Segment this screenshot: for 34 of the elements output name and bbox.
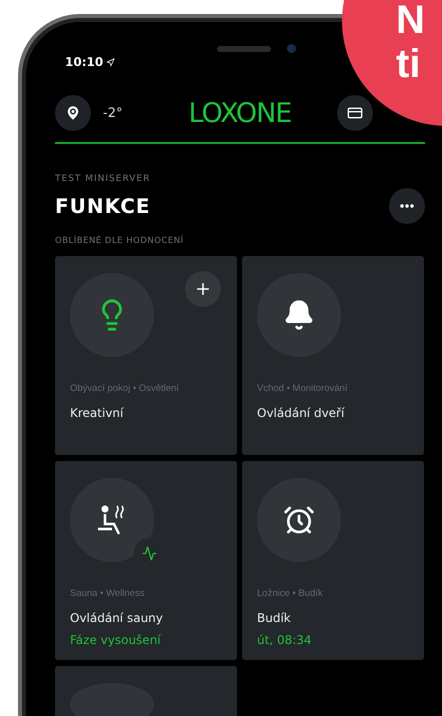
more-icon xyxy=(400,204,414,208)
tile-title: Ovládání dveří xyxy=(257,406,346,420)
tile-location: Ložnice • Budík xyxy=(257,588,324,599)
add-button[interactable] xyxy=(185,271,221,307)
tile-title: Ovládání sauny xyxy=(70,611,164,625)
tile-status: út, 08:34 xyxy=(257,633,313,647)
tile-location: Sauna • Wellness xyxy=(70,588,146,599)
function-tile[interactable]: Ložnice • Budík Budík út, 08:34 xyxy=(242,461,424,660)
tile-title: Budík xyxy=(257,611,292,625)
location-arrow-icon xyxy=(106,58,116,66)
location-button[interactable] xyxy=(55,95,91,131)
logo: LOXONE xyxy=(188,98,292,128)
more-button[interactable] xyxy=(389,188,425,224)
function-tile[interactable]: Vchod • Monitorování Ovládání dveří xyxy=(242,256,424,455)
tile-location: Vchod • Monitorování xyxy=(257,383,348,394)
function-tile[interactable]: Sauna • Wellness Ovládání sauny Fáze vysoušení xyxy=(55,461,237,660)
card-button[interactable] xyxy=(337,95,374,131)
status-time: 10:10 xyxy=(65,55,104,69)
section-subtitle: OBLÍBENÉ DLE HODNOCENÍ xyxy=(55,236,185,246)
temperature: -2° xyxy=(103,106,122,120)
badge-text: ti xyxy=(396,42,422,86)
tile-status: Fáze vysoušení xyxy=(70,633,162,647)
wave-icon xyxy=(142,546,156,560)
function-tile[interactable] xyxy=(55,666,237,716)
function-tile[interactable]: Obývací pokoj • Osvětlení Kreativní xyxy=(55,256,237,455)
plus-icon xyxy=(194,280,212,298)
badge-text: N xyxy=(396,0,426,42)
server-name: TEST MINISERVER xyxy=(55,174,152,184)
phone-camera xyxy=(287,44,296,53)
tile-location: Obývací pokoj • Osvětlení xyxy=(70,383,180,394)
phone-speaker xyxy=(217,46,271,52)
tile-title: Kreativní xyxy=(70,406,124,420)
card-icon xyxy=(347,105,364,121)
page-title: FUNKCE xyxy=(55,194,151,218)
